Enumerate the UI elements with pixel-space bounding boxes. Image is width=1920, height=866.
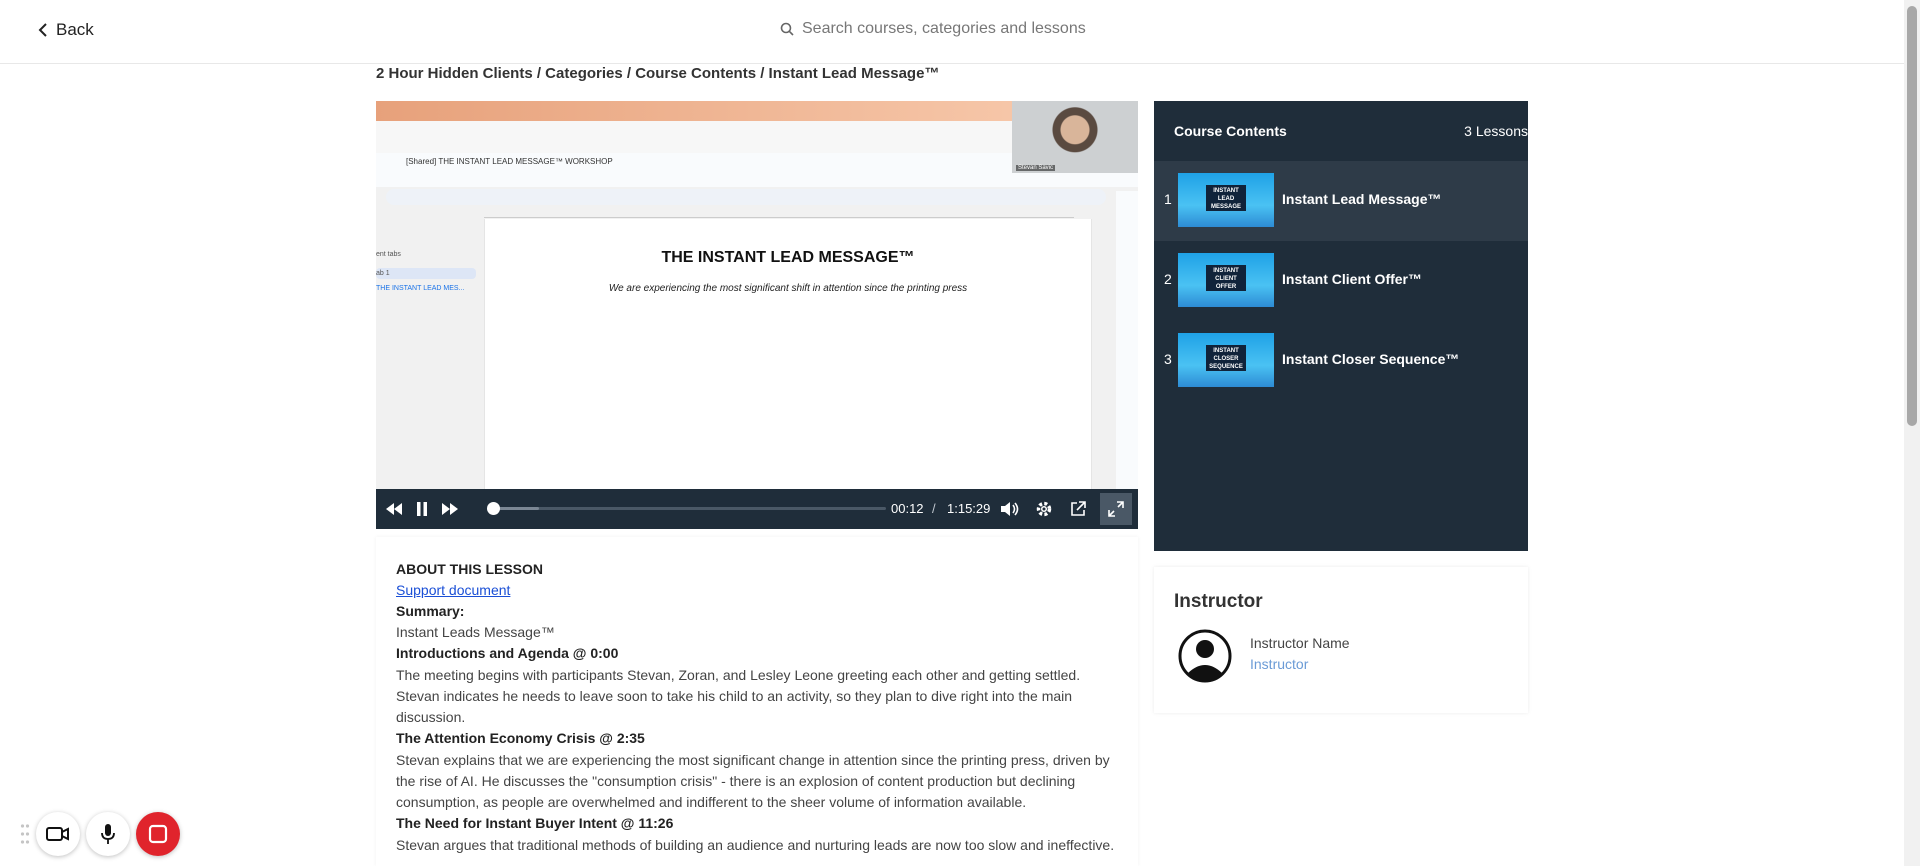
fullscreen-icon[interactable] — [1100, 493, 1132, 525]
time-separator: / — [932, 501, 936, 516]
thumb-line: OFFER — [1215, 284, 1237, 290]
webcam-overlay: Stevan Savic — [1012, 101, 1138, 173]
recorder-widget — [20, 812, 180, 856]
lesson-count: 3 Lessons — [1464, 123, 1528, 139]
summary-label: Summary: — [396, 603, 465, 619]
video-camera-icon — [46, 827, 69, 841]
video-browser-tabs — [376, 101, 1012, 121]
video-doc-subheading: We are experiencing the most significant… — [608, 283, 968, 294]
outline-tab: ab 1 — [376, 268, 476, 279]
lesson-number: 2 — [1164, 271, 1172, 287]
search-placeholder: Search courses, categories and lessons — [802, 20, 1086, 37]
thumb-line: INSTANT — [1213, 188, 1239, 194]
section-title: Introductions and Agenda @ 0:00 — [396, 645, 619, 661]
support-document-link[interactable]: Support document — [396, 582, 510, 598]
pause-icon[interactable] — [410, 489, 434, 529]
section-body: Stevan argues that traditional methods o… — [396, 837, 1115, 853]
popout-icon[interactable] — [1064, 489, 1092, 529]
lesson-item-instant-lead-message[interactable]: 1 INSTANT LEAD MESSAGE Instant Lead Mess… — [1154, 161, 1528, 241]
progress-knob[interactable] — [487, 502, 501, 515]
section-body: The meeting begins with participants Ste… — [396, 667, 1081, 725]
lesson-title: Instant Lead Message™ — [1282, 191, 1442, 207]
stop-icon — [148, 824, 168, 844]
thumb-line: CLOSER — [1213, 356, 1239, 362]
lesson-number: 3 — [1164, 351, 1172, 367]
duration: 1:15:29 — [947, 501, 991, 516]
lesson-thumbnail: INSTANT CLIENT OFFER — [1178, 253, 1274, 307]
outline-item: THE INSTANT LEAD MES... — [376, 285, 465, 292]
thumbnail-text: INSTANT CLIENT OFFER — [1206, 265, 1246, 291]
video-player[interactable]: [Shared] THE INSTANT LEAD MESSAGE™ WORKS… — [376, 101, 1138, 529]
settings-icon[interactable] — [1030, 489, 1058, 529]
page-scrollbar[interactable] — [1904, 0, 1920, 866]
thumb-line: SEQUENCE — [1209, 364, 1243, 370]
thumbnail-text: INSTANT LEAD MESSAGE — [1206, 185, 1246, 211]
avatar-icon — [1178, 629, 1232, 683]
thumb-line: INSTANT — [1213, 268, 1239, 274]
instructor-card: Instructor Instructor Name Instructor — [1154, 567, 1528, 713]
course-contents-panel: Course Contents 3 Lessons 1 INSTANT LEAD… — [1154, 101, 1528, 551]
instructor-role[interactable]: Instructor — [1250, 656, 1308, 672]
top-bar: Back Search courses, categories and less… — [0, 0, 1904, 64]
thumb-line: INSTANT — [1213, 348, 1239, 354]
video-doc-heading: THE INSTANT LEAD MESSAGE™ — [661, 249, 915, 266]
video-doc-outline: ent tabs ab 1 THE INSTANT LEAD MES... — [376, 251, 476, 292]
video-doc-page: THE INSTANT LEAD MESSAGE™ We are experie… — [484, 219, 1092, 529]
webcam-name: Stevan Savic — [1016, 165, 1056, 171]
lesson-thumbnail: INSTANT LEAD MESSAGE — [1178, 173, 1274, 227]
thumb-line: MESSAGE — [1210, 204, 1241, 210]
fast-forward-icon[interactable] — [438, 489, 462, 529]
back-label: Back — [56, 20, 94, 39]
video-doc-sidepanel — [1116, 191, 1138, 521]
chevron-left-icon — [38, 23, 47, 37]
video-doc-title: [Shared] THE INSTANT LEAD MESSAGE™ WORKS… — [406, 157, 613, 166]
section-title: The Need for Instant Buyer Intent @ 11:2… — [396, 815, 674, 831]
thumb-line: LEAD — [1217, 196, 1235, 202]
lesson-title: Instant Closer Sequence™ — [1282, 351, 1460, 367]
about-heading: ABOUT THIS LESSON — [396, 561, 544, 577]
search-icon — [780, 22, 794, 36]
instructor-heading: Instructor — [1174, 591, 1263, 612]
lesson-thumbnail: INSTANT CLOSER SEQUENCE — [1178, 333, 1274, 387]
thumbnail-text: INSTANT CLOSER SEQUENCE — [1206, 345, 1246, 371]
section-body: Stevan explains that we are experiencing… — [396, 752, 1110, 810]
drag-handle-icon[interactable] — [20, 823, 30, 845]
lesson-item-instant-closer-sequence[interactable]: 3 INSTANT CLOSER SEQUENCE Instant Closer… — [1154, 321, 1528, 401]
current-time: 00:12 — [891, 501, 924, 516]
section-title: The Attention Economy Crisis @ 2:35 — [396, 730, 645, 746]
rewind-icon[interactable] — [382, 489, 406, 529]
video-doc-ruler — [484, 209, 1074, 218]
breadcrumb[interactable]: 2 Hour Hidden Clients / Categories / Cou… — [376, 65, 939, 82]
lesson-item-instant-client-offer[interactable]: 2 INSTANT CLIENT OFFER Instant Client Of… — [1154, 241, 1528, 321]
about-lesson-panel: ABOUT THIS LESSON Support document Summa… — [376, 537, 1138, 866]
lesson-number: 1 — [1164, 191, 1172, 207]
progress-bar[interactable] — [487, 502, 886, 515]
search-input[interactable]: Search courses, categories and lessons — [780, 20, 1086, 38]
video-doc-toolbar — [386, 189, 1106, 205]
microphone-icon — [101, 824, 115, 844]
thumb-line: CLIENT — [1215, 276, 1237, 282]
camera-toggle-button[interactable] — [36, 812, 80, 856]
back-button[interactable]: Back — [38, 20, 94, 40]
video-controls: 00:12 / 1:15:29 — [376, 489, 1138, 529]
summary-text: Instant Leads Message™ — [396, 624, 555, 640]
stop-recording-button[interactable] — [136, 812, 180, 856]
volume-icon[interactable] — [996, 489, 1024, 529]
scrollbar-thumb[interactable] — [1907, 6, 1917, 426]
outline-label: ent tabs — [376, 251, 401, 258]
instructor-name: Instructor Name — [1250, 635, 1350, 651]
lesson-title: Instant Client Offer™ — [1282, 271, 1423, 287]
microphone-toggle-button[interactable] — [86, 812, 130, 856]
course-contents-title: Course Contents — [1174, 123, 1287, 139]
